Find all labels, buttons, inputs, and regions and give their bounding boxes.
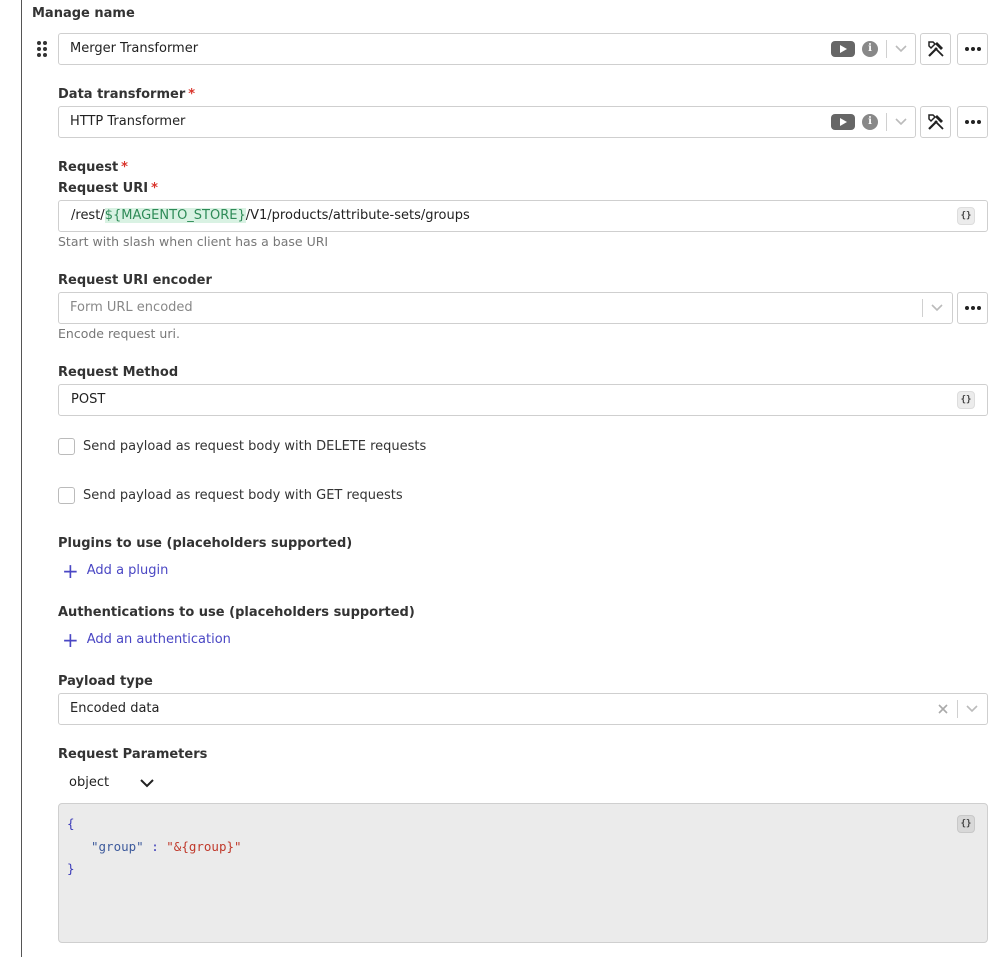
payload-type-label: Payload type <box>58 674 153 689</box>
chevron-down-icon[interactable] <box>894 115 908 129</box>
request-uri-encoder-select[interactable]: Form URL encoded <box>58 292 953 324</box>
separator <box>886 40 887 58</box>
request-uri-help: Start with slash when client has a base … <box>58 234 329 249</box>
play-icon[interactable] <box>831 41 855 57</box>
code-line: "group" : "&{group}" <box>91 839 242 854</box>
tools-icon <box>927 41 944 57</box>
payload-type-value: Encoded data <box>70 701 160 716</box>
clear-icon[interactable] <box>937 703 949 715</box>
request-uri-encoder-label: Request URI encoder <box>58 273 212 288</box>
code-close-brace: } <box>67 861 75 876</box>
request-uri-encoder-help: Encode request uri. <box>58 326 180 341</box>
manage-name-label: Manage name <box>32 6 135 21</box>
get-payload-checkbox[interactable] <box>58 487 75 504</box>
delete-payload-checkbox[interactable] <box>58 438 75 455</box>
manage-name-tools-button[interactable] <box>920 33 951 65</box>
placeholder-button[interactable]: {} <box>957 391 975 409</box>
request-uri-input[interactable]: /rest/${MAGENTO_STORE}/V1/products/attri… <box>58 200 988 232</box>
drag-handle-icon[interactable] <box>36 40 48 58</box>
manage-name-select[interactable]: Merger Transformer i <box>58 33 916 65</box>
info-icon[interactable]: i <box>862 114 878 130</box>
add-authentication-button[interactable]: + Add an authentication <box>62 627 231 652</box>
authentications-label: Authentications to use (placeholders sup… <box>58 605 415 620</box>
code-open-brace: { <box>67 816 75 831</box>
more-dots-icon <box>964 306 981 310</box>
request-method-label: Request Method <box>58 365 179 380</box>
add-plugin-label: Add a plugin <box>86 563 169 578</box>
get-payload-label: Send payload as request body with GET re… <box>83 488 403 503</box>
payload-type-select[interactable]: Encoded data <box>58 693 988 725</box>
chevron-down-icon[interactable] <box>965 702 979 716</box>
separator <box>922 299 923 317</box>
play-icon[interactable] <box>831 114 855 130</box>
data-transformer-more-button[interactable] <box>957 106 988 138</box>
data-transformer-value: HTTP Transformer <box>70 114 186 129</box>
info-icon[interactable]: i <box>862 41 878 57</box>
tools-icon <box>927 114 944 130</box>
left-border-line <box>21 0 22 957</box>
data-transformer-select[interactable]: HTTP Transformer i <box>58 106 916 138</box>
request-parameters-label: Request Parameters <box>58 747 208 762</box>
manage-name-value: Merger Transformer <box>70 41 199 56</box>
chevron-down-icon[interactable] <box>930 301 944 315</box>
manage-name-more-button[interactable] <box>957 33 988 65</box>
delete-payload-label: Send payload as request body with DELETE… <box>83 439 427 454</box>
separator <box>957 700 958 718</box>
separator <box>886 113 887 131</box>
more-dots-icon <box>964 47 981 51</box>
request-uri-label: Request URI * <box>58 181 158 196</box>
placeholder-token: ${MAGENTO_STORE} <box>104 208 246 223</box>
request-uri-encoder-placeholder: Form URL encoded <box>70 300 193 315</box>
more-dots-icon <box>964 120 981 124</box>
data-transformer-label: Data transformer * <box>58 87 196 102</box>
request-uri-encoder-more-button[interactable] <box>957 292 988 324</box>
request-method-input[interactable]: POST {} <box>58 384 988 416</box>
plugins-label: Plugins to use (placeholders supported) <box>58 536 353 551</box>
plus-icon: + <box>62 558 79 583</box>
add-plugin-button[interactable]: + Add a plugin <box>62 558 169 583</box>
chevron-down-icon[interactable] <box>894 42 908 56</box>
request-method-value: POST <box>71 392 106 407</box>
request-uri-value: /rest/${MAGENTO_STORE}/V1/products/attri… <box>71 208 470 223</box>
plus-icon: + <box>62 627 79 652</box>
request-parameters-type-value: object <box>69 775 110 790</box>
request-label: Request * <box>58 160 128 175</box>
data-transformer-tools-button[interactable] <box>920 106 951 138</box>
chevron-down-icon <box>140 779 154 788</box>
request-parameters-type-select[interactable]: object <box>58 770 158 796</box>
placeholder-button[interactable]: {} <box>957 815 975 833</box>
request-parameters-code-editor[interactable]: { "group" : "&{group}" } {} <box>58 803 988 943</box>
placeholder-button[interactable]: {} <box>957 207 975 225</box>
add-authentication-label: Add an authentication <box>86 632 231 647</box>
